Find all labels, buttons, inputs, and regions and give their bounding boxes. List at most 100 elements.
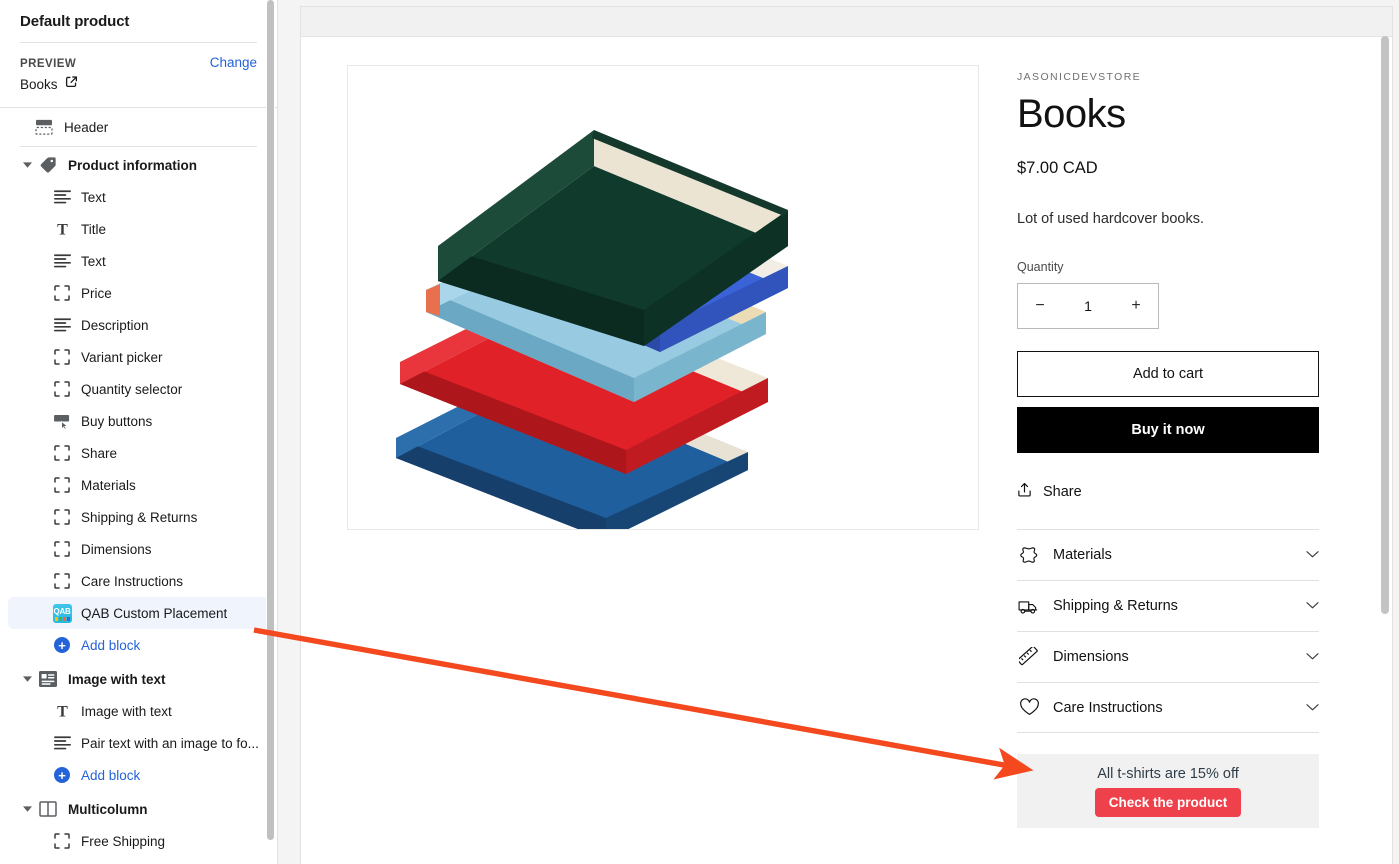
product-gallery [347, 65, 979, 828]
accordion-shipping-returns[interactable]: Shipping & Returns [1017, 580, 1319, 631]
block-placeholder-icon [52, 379, 72, 399]
sidebar-block-label: Shipping & Returns [81, 509, 198, 525]
tag-icon [38, 155, 58, 175]
product-info: JASONICDEVSTORE Books $7.00 CAD Lot of u… [1017, 65, 1327, 828]
sidebar-block-variant-picker[interactable]: Variant picker [8, 341, 269, 373]
quantity-increase-button[interactable]: + [1114, 284, 1158, 328]
text-lines-icon [52, 315, 72, 335]
leather-hide-icon [1017, 546, 1041, 565]
sidebar-section-label: Image with text [68, 671, 166, 687]
sidebar-block-free-shipping[interactable]: Free Shipping [8, 825, 269, 857]
accordion-materials[interactable]: Materials [1017, 529, 1319, 580]
chevron-down-icon[interactable] [1306, 597, 1319, 615]
chevron-down-icon[interactable] [20, 675, 34, 683]
storefront-preview-frame: JASONICDEVSTORE Books $7.00 CAD Lot of u… [300, 6, 1393, 864]
sidebar-section-image-with-text[interactable]: Image with text [8, 663, 269, 695]
external-link-icon[interactable] [65, 75, 78, 93]
sidebar-block-price[interactable]: Price [8, 277, 269, 309]
block-placeholder-icon [52, 539, 72, 559]
chevron-down-icon[interactable] [1306, 648, 1319, 666]
sidebar-block-text-1[interactable]: Text [8, 181, 269, 213]
buy-it-now-button[interactable]: Buy it now [1017, 407, 1319, 453]
accordion-label: Shipping & Returns [1053, 598, 1178, 614]
accordion-dimensions[interactable]: Dimensions [1017, 631, 1319, 682]
sidebar-title: Default product [20, 12, 130, 30]
columns-icon [38, 799, 58, 819]
chevron-down-icon[interactable] [1306, 546, 1319, 564]
block-placeholder-icon [52, 283, 72, 303]
sidebar-block-text-2[interactable]: Text [8, 245, 269, 277]
add-block-button-product-information[interactable]: + Add block [8, 629, 269, 661]
sidebar-block-label: Quantity selector [81, 381, 183, 397]
quantity-stepper[interactable]: − 1 + [1017, 283, 1159, 329]
sidebar-block-buy-buttons[interactable]: Buy buttons [8, 405, 269, 437]
sidebar-block-description[interactable]: Description [8, 309, 269, 341]
preview-scrollbar-thumb[interactable] [1381, 36, 1389, 614]
sidebar-block-label: Text [81, 253, 106, 269]
preview-canvas: JASONICDEVSTORE Books $7.00 CAD Lot of u… [278, 0, 1399, 864]
svg-text:T: T [57, 704, 68, 719]
sidebar-section-multicolumn[interactable]: Multicolumn [8, 793, 269, 825]
accordion-care-instructions[interactable]: Care Instructions [1017, 682, 1319, 733]
preview-scrollbar[interactable] [1379, 36, 1391, 856]
sidebar-block-qab-custom-placement[interactable]: QAB QAB Custom Placement [8, 597, 269, 629]
sidebar-item-header[interactable]: Header [8, 108, 269, 146]
preview-block: PREVIEW Change Books [0, 43, 277, 107]
add-to-cart-button[interactable]: Add to cart [1017, 351, 1319, 397]
sidebar-block-share[interactable]: Share [8, 437, 269, 469]
sidebar-block-title[interactable]: T Title [8, 213, 269, 245]
product-image[interactable] [347, 65, 979, 530]
sidebar-section-label: Multicolumn [68, 801, 148, 817]
text-lines-icon [52, 187, 72, 207]
block-placeholder-icon [52, 443, 72, 463]
book-stack-illustration [396, 130, 788, 529]
share-button[interactable]: Share [1017, 482, 1127, 502]
quantity-decrease-button[interactable]: − [1018, 284, 1062, 328]
sidebar-block-pair-text[interactable]: Pair text with an image to fo... [8, 727, 269, 759]
sidebar-scrollbar[interactable] [266, 0, 275, 864]
sidebar-section-product-information[interactable]: Product information [8, 149, 269, 181]
chevron-down-icon[interactable] [1306, 699, 1319, 717]
header-icon [34, 117, 54, 137]
sidebar-block-label: Share [81, 445, 118, 461]
sidebar-scrollbar-thumb[interactable] [267, 0, 274, 840]
sidebar-block-label: Buy buttons [81, 413, 153, 429]
sidebar-block-dimensions[interactable]: Dimensions [8, 533, 269, 565]
title-T-icon: T [52, 219, 72, 239]
block-placeholder-icon [52, 507, 72, 527]
quantity-value[interactable]: 1 [1062, 298, 1114, 314]
add-block-button-image-with-text[interactable]: + Add block [8, 759, 269, 791]
sidebar-block-shipping-returns[interactable]: Shipping & Returns [8, 501, 269, 533]
qab-app-icon: QAB [52, 603, 72, 623]
sidebar-block-materials[interactable]: Materials [8, 469, 269, 501]
text-lines-icon [52, 733, 72, 753]
sidebar-block-label: QAB Custom Placement [81, 605, 228, 621]
sidebar-block-quantity-selector[interactable]: Quantity selector [8, 373, 269, 405]
sidebar-block-label: Image with text [81, 703, 172, 719]
share-label: Share [1043, 484, 1082, 500]
block-placeholder-icon [52, 475, 72, 495]
block-placeholder-icon [52, 347, 72, 367]
product-accordions: Materials Shipping & Returns Dimensions … [1017, 529, 1319, 733]
sidebar-block-label: Pair text with an image to fo... [81, 735, 259, 751]
quantity-label: Quantity [1017, 260, 1064, 274]
change-preview-link[interactable]: Change [210, 55, 257, 70]
image-with-text-icon [38, 669, 58, 689]
plus-circle-icon: + [52, 765, 72, 785]
preview-page-name: Books [20, 76, 58, 92]
chevron-down-icon[interactable] [20, 805, 34, 813]
buy-button-icon [52, 411, 72, 431]
app-root: Default product PREVIEW Change Books Hea… [0, 0, 1399, 864]
title-T-icon: T [52, 701, 72, 721]
sidebar-section-label: Product information [68, 157, 197, 173]
product-page: JASONICDEVSTORE Books $7.00 CAD Lot of u… [301, 37, 1392, 828]
product-vendor: JASONICDEVSTORE [1017, 71, 1142, 83]
sidebar-block-image-with-text[interactable]: T Image with text [8, 695, 269, 727]
check-the-product-button[interactable]: Check the product [1094, 787, 1242, 817]
delivery-truck-icon [1017, 598, 1041, 615]
promo-banner: All t-shirts are 15% off Check the produ… [1017, 754, 1319, 828]
chevron-down-icon[interactable] [20, 161, 34, 169]
sidebar-block-label: Description [81, 317, 149, 333]
sidebar-block-label: Text [81, 189, 106, 205]
sidebar-block-care-instructions[interactable]: Care Instructions [8, 565, 269, 597]
